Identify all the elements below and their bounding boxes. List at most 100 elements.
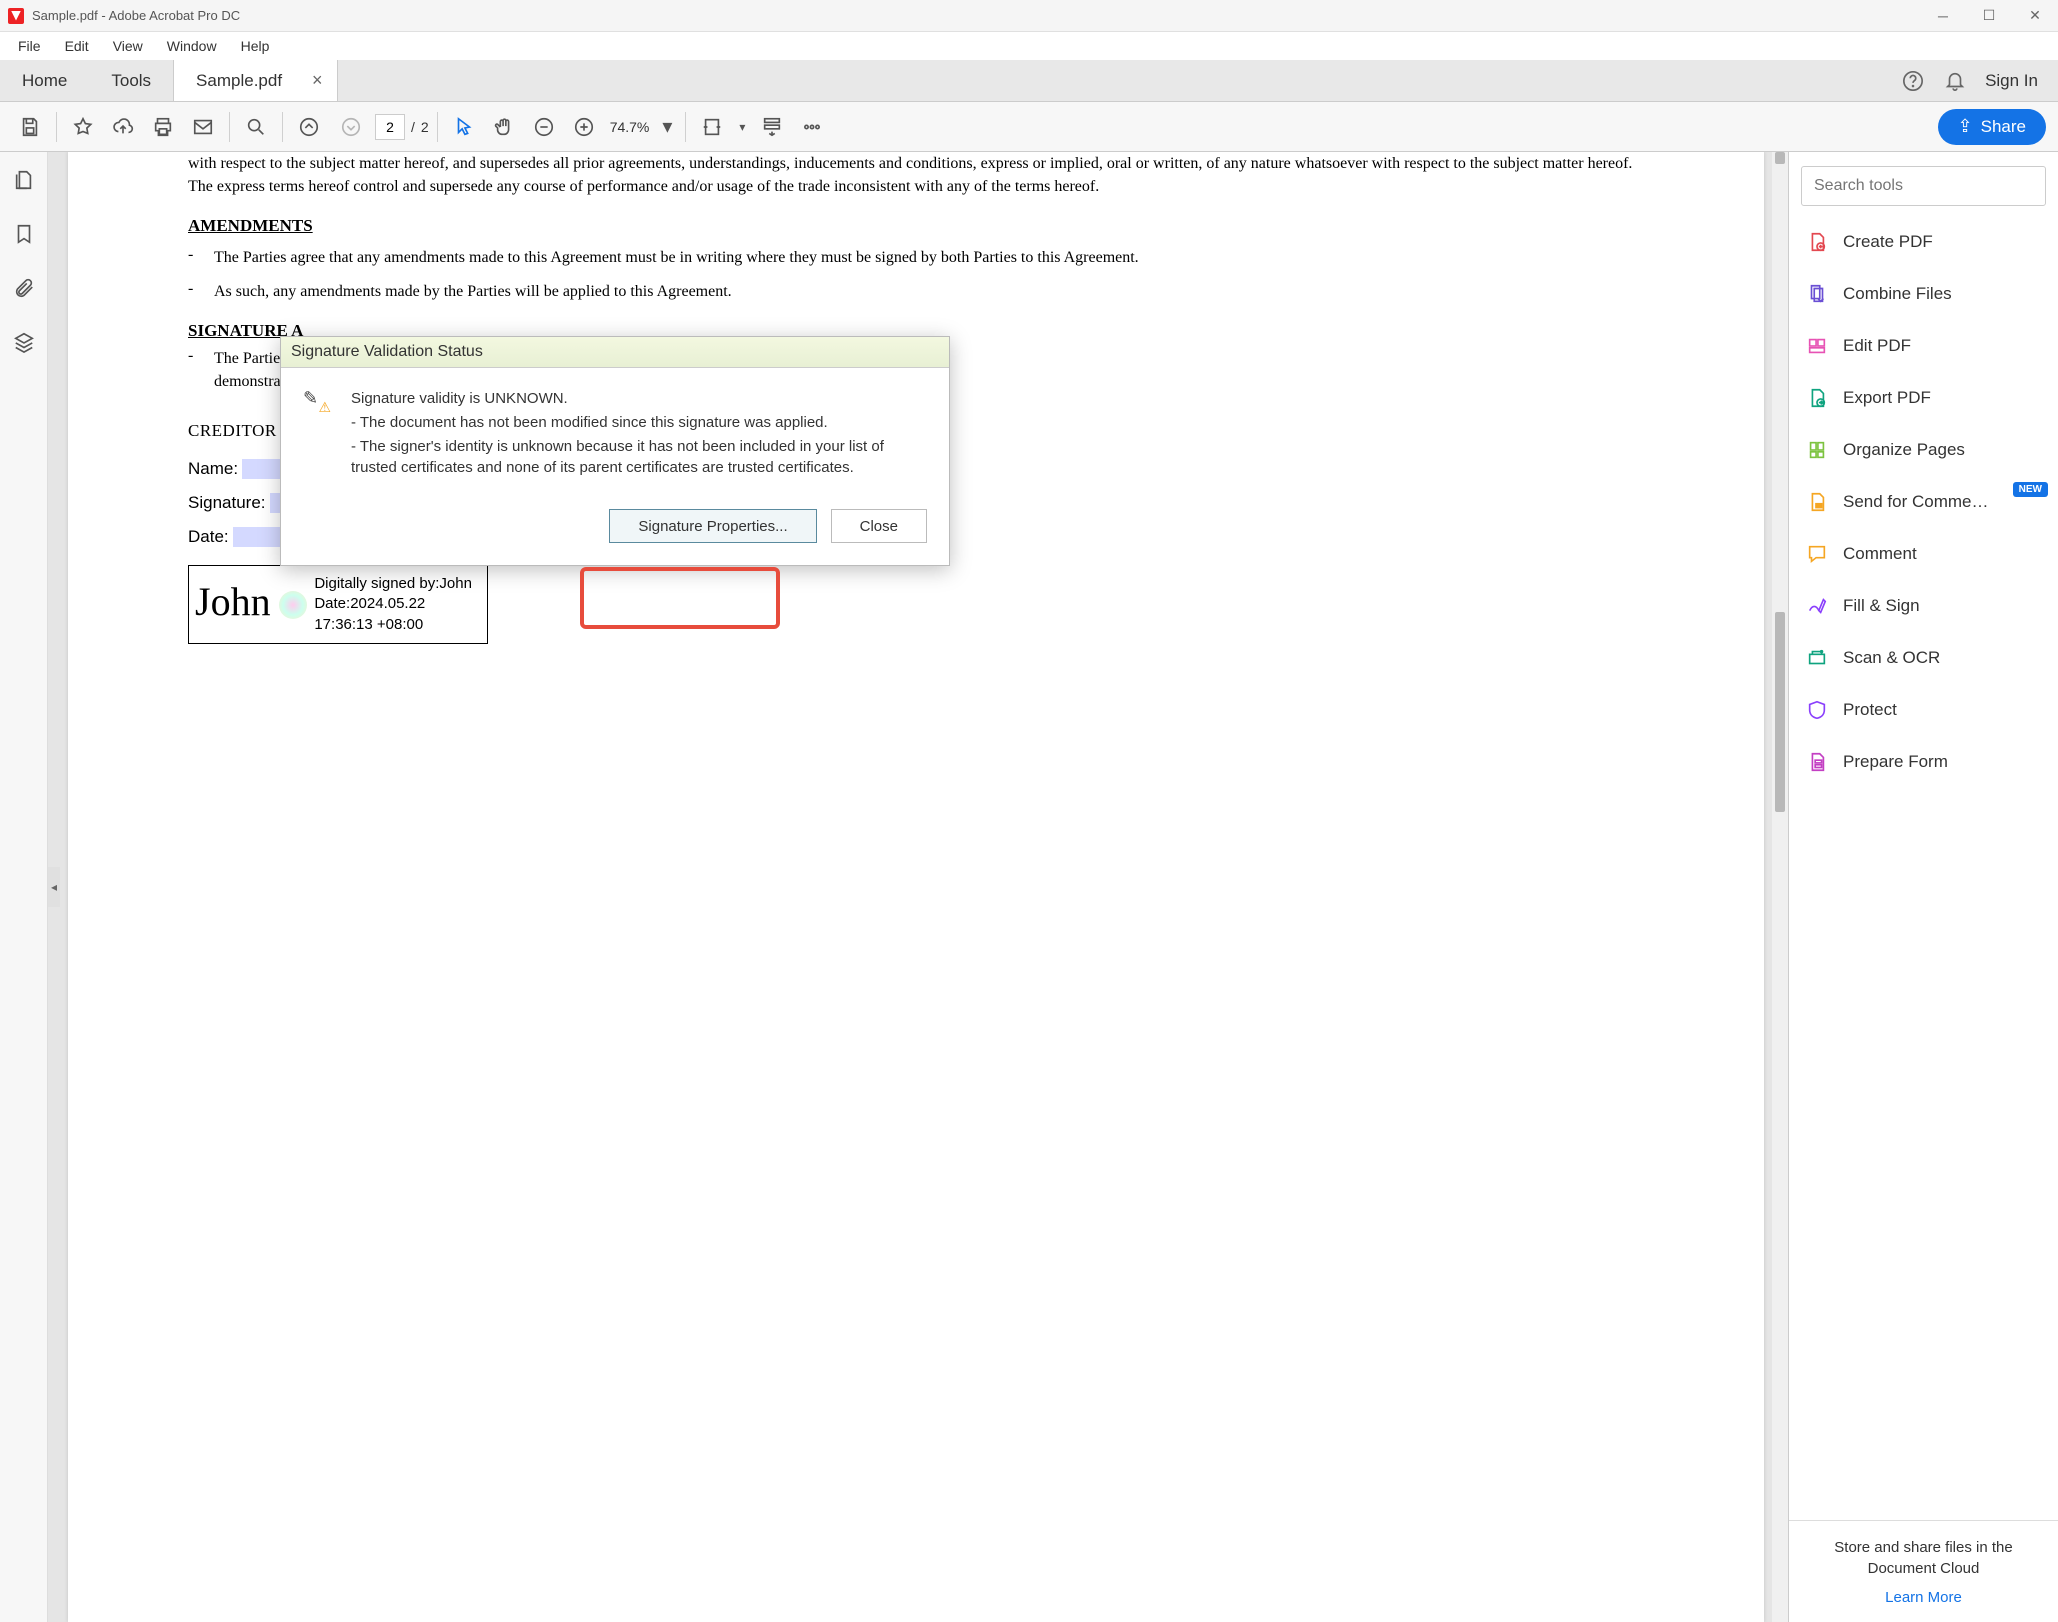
- page-display-icon[interactable]: [754, 109, 790, 145]
- page-down-icon[interactable]: [333, 109, 369, 145]
- zoom-in-icon[interactable]: [566, 109, 602, 145]
- signature-properties-button[interactable]: Signature Properties...: [609, 509, 816, 543]
- tool-icon: [1805, 698, 1829, 722]
- star-icon[interactable]: [65, 109, 101, 145]
- hand-icon[interactable]: [486, 109, 522, 145]
- doc-scrollbar-thumb[interactable]: [1775, 612, 1785, 812]
- tool-list: Create PDF Combine Files Edit PDF Export PD…: [1789, 216, 2058, 1520]
- tool-icon: [1805, 750, 1829, 774]
- search-icon[interactable]: [238, 109, 274, 145]
- tab-document-label: Sample.pdf: [196, 71, 306, 91]
- tool-item-prepare-form[interactable]: Prepare Form: [1789, 736, 2058, 788]
- mail-icon[interactable]: [185, 109, 221, 145]
- amend-text-1: The Parties agree that any amendments ma…: [214, 246, 1644, 269]
- tool-icon: [1805, 646, 1829, 670]
- toolbar: / 2 74.7% ▾ ▾ ⇪ Share: [0, 102, 2058, 152]
- menu-view[interactable]: View: [103, 35, 153, 57]
- tabsbar: Home Tools Sample.pdf × Sign In: [0, 60, 2058, 102]
- bookmark-icon[interactable]: [10, 220, 38, 248]
- tool-item-scan-ocr[interactable]: Scan & OCR: [1789, 632, 2058, 684]
- help-icon[interactable]: [1901, 69, 1925, 93]
- save-icon[interactable]: [12, 109, 48, 145]
- tool-icon: [1805, 282, 1829, 306]
- dialog-line-1: Signature validity is UNKNOWN.: [351, 388, 927, 410]
- window-title: Sample.pdf - Adobe Acrobat Pro DC: [32, 8, 240, 23]
- tool-label: Prepare Form: [1843, 752, 1948, 772]
- fit-width-icon[interactable]: [694, 109, 730, 145]
- tool-item-fill-sign[interactable]: Fill & Sign: [1789, 580, 2058, 632]
- tool-item-send-for-comme[interactable]: Send for Comme…NEW: [1789, 476, 2058, 528]
- sig-meta-signed: Digitally signed by:John: [314, 574, 481, 594]
- tool-item-comment[interactable]: Comment: [1789, 528, 2058, 580]
- tool-label: Create PDF: [1843, 232, 1933, 252]
- tab-tools[interactable]: Tools: [89, 60, 173, 101]
- tool-item-organize-pages[interactable]: Organize Pages: [1789, 424, 2058, 476]
- signature-box[interactable]: John Digitally signed by:John Date:2024.…: [188, 565, 488, 644]
- tool-item-protect[interactable]: Protect: [1789, 684, 2058, 736]
- thumbnails-icon[interactable]: [10, 166, 38, 194]
- page-total: 2: [421, 119, 429, 135]
- dialog-line-3: - The signer's identity is unknown becau…: [351, 436, 927, 480]
- bullet-dash: -: [188, 347, 200, 393]
- signin-link[interactable]: Sign In: [1985, 71, 2038, 91]
- attachment-icon[interactable]: [10, 274, 38, 302]
- search-tools-input[interactable]: [1814, 177, 2033, 195]
- tool-item-edit-pdf[interactable]: Edit PDF: [1789, 320, 2058, 372]
- bell-icon[interactable]: [1943, 69, 1967, 93]
- signature-seal-icon: [279, 591, 309, 619]
- label-date: Date:: [188, 527, 229, 547]
- zoom-value[interactable]: 74.7%: [606, 119, 654, 135]
- print-icon[interactable]: [145, 109, 181, 145]
- titlebar: Sample.pdf - Adobe Acrobat Pro DC ─ ☐ ✕: [0, 0, 2058, 32]
- page-current-input[interactable]: [375, 114, 405, 140]
- tool-label: Export PDF: [1843, 388, 1931, 408]
- tool-label: Combine Files: [1843, 284, 1952, 304]
- page-up-icon[interactable]: [291, 109, 327, 145]
- tool-label: Fill & Sign: [1843, 596, 1920, 616]
- page-sep: /: [411, 119, 415, 135]
- layers-icon[interactable]: [10, 328, 38, 356]
- fit-width-arrow-icon[interactable]: ▾: [734, 109, 750, 145]
- zoom-dropdown-icon[interactable]: ▾: [657, 109, 677, 145]
- share-button[interactable]: ⇪ Share: [1938, 109, 2046, 145]
- tool-icon: [1805, 334, 1829, 358]
- amend-text-2: As such, any amendments made by the Part…: [214, 280, 1644, 303]
- tab-close-icon[interactable]: ×: [306, 70, 329, 91]
- tab-home-label: Home: [22, 71, 67, 91]
- collapse-handle-icon[interactable]: ◂: [48, 867, 60, 907]
- tool-icon: [1805, 230, 1829, 254]
- menu-help[interactable]: Help: [231, 35, 280, 57]
- tool-label: Send for Comme…: [1843, 492, 1989, 512]
- close-dialog-button[interactable]: Close: [831, 509, 927, 543]
- tool-label: Comment: [1843, 544, 1917, 564]
- signature-warning-icon: [303, 388, 331, 481]
- minimize-button[interactable]: ─: [1920, 0, 1966, 32]
- close-button[interactable]: ✕: [2012, 0, 2058, 32]
- tab-document[interactable]: Sample.pdf ×: [173, 60, 338, 101]
- tab-home[interactable]: Home: [0, 60, 89, 101]
- learn-more-link[interactable]: Learn More: [1885, 1589, 1962, 1606]
- tool-item-create-pdf[interactable]: Create PDF: [1789, 216, 2058, 268]
- tool-item-export-pdf[interactable]: Export PDF: [1789, 372, 2058, 424]
- doc-scrollbar[interactable]: [1772, 152, 1788, 1622]
- more-icon[interactable]: [794, 109, 830, 145]
- menu-edit[interactable]: Edit: [55, 35, 99, 57]
- menu-file[interactable]: File: [8, 35, 51, 57]
- tool-icon: [1805, 594, 1829, 618]
- tool-item-combine-files[interactable]: Combine Files: [1789, 268, 2058, 320]
- label-signature: Signature:: [188, 493, 266, 513]
- cloud-upload-icon[interactable]: [105, 109, 141, 145]
- share-icon: ⇪: [1958, 116, 1973, 137]
- maximize-button[interactable]: ☐: [1966, 0, 2012, 32]
- menu-window[interactable]: Window: [157, 35, 227, 57]
- search-tools-box[interactable]: [1801, 166, 2046, 206]
- heading-amendments: AMENDMENTS: [188, 216, 1644, 236]
- tool-icon: [1805, 542, 1829, 566]
- tool-label: Scan & OCR: [1843, 648, 1940, 668]
- app-icon: [8, 8, 24, 24]
- zoom-out-icon[interactable]: [526, 109, 562, 145]
- pointer-icon[interactable]: [446, 109, 482, 145]
- tool-label: Protect: [1843, 700, 1897, 720]
- right-panel: Create PDF Combine Files Edit PDF Export PD…: [1788, 152, 2058, 1622]
- dialog-title: Signature Validation Status: [281, 337, 949, 368]
